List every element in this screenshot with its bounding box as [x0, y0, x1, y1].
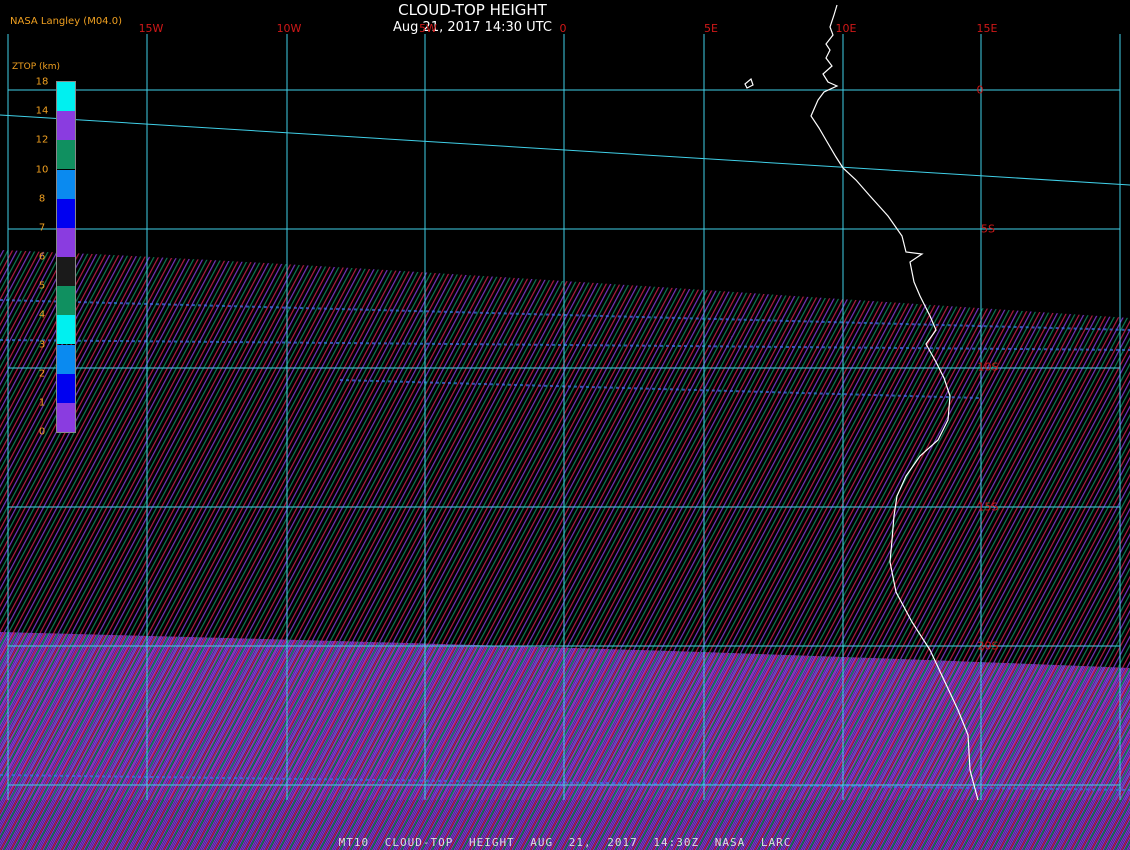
colorbar-segment: [57, 402, 75, 432]
colorbar-segment: [57, 286, 75, 316]
colorbar-segment: [57, 227, 75, 257]
colorbar: [56, 81, 76, 433]
low-cloud-band: [0, 632, 1130, 850]
colorbar-segment: [57, 111, 75, 141]
colorbar-segment: [57, 198, 75, 228]
lon-label-5e: 5E: [704, 22, 718, 35]
lon-label-0: 0: [559, 22, 567, 35]
colorbar-segment: [57, 257, 75, 287]
lat-label-20s: 20S: [977, 639, 999, 653]
lon-label-5w: 5W: [419, 22, 437, 35]
colorbar-tick-label: 8: [38, 193, 46, 205]
colorbar-tick-label: 7: [38, 222, 46, 234]
lon-label-15e: 15E: [976, 22, 998, 35]
colorbar-tick-label: 6: [38, 251, 46, 263]
colorbar-segment: [57, 169, 75, 199]
lon-label-10w: 10W: [276, 22, 302, 35]
lat-label-10s: 10S: [977, 360, 999, 374]
colorbar-tick-label: 14: [35, 105, 49, 117]
colorbar-segment: [57, 140, 75, 170]
colorbar-segment: [57, 373, 75, 403]
colorbar-tick-label: 0: [38, 426, 46, 438]
colorbar-tick-label: 10: [35, 164, 49, 175]
orbit-track: [0, 114, 1130, 186]
cloud-top-height-map: [0, 4, 1130, 850]
colorbar-segment: [57, 315, 75, 345]
colorbar-tick-label: 2: [38, 368, 46, 380]
colorbar-tick-label: 12: [35, 134, 49, 146]
lat-label-15s: 15S: [977, 500, 999, 514]
colorbar-tick-label: 4: [38, 309, 46, 321]
colorbar-title: ZTOP (km): [12, 62, 61, 72]
colorbar-segment: [57, 82, 75, 112]
map-viewport[interactable]: CLOUD-TOP HEIGHT Aug 21, 2017 14:30 UTC …: [0, 0, 1130, 850]
producer-label: NASA Langley (M04.0): [10, 16, 122, 27]
lon-label-15w: 15W: [138, 22, 164, 35]
page-title: CLOUD-TOP HEIGHT: [398, 1, 547, 19]
colorbar-segment: [57, 344, 75, 374]
lon-label-10e: 10E: [835, 22, 857, 35]
colorbar-tick-label: 1: [38, 397, 46, 409]
lat-label-0: 0: [976, 83, 984, 97]
colorbar-tick-label: 18: [35, 76, 49, 88]
footer-caption: MT10 CLOUD-TOP HEIGHT AUG 21, 2017 14:30…: [338, 836, 792, 849]
colorbar-tick-label: 3: [38, 339, 46, 350]
colorbar-tick-label: 5: [38, 280, 46, 292]
island: [744, 77, 754, 89]
lat-label-5s: 5S: [981, 222, 995, 236]
